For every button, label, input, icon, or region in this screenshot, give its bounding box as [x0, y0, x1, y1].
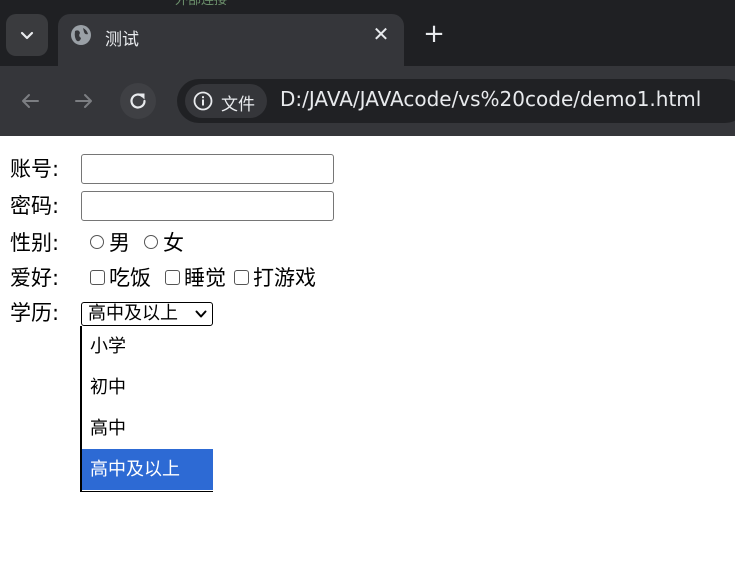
education-option-primary[interactable]: 小学 — [82, 326, 213, 367]
password-label: 密码: — [10, 194, 60, 218]
account-input[interactable] — [81, 154, 334, 184]
gender-radio-male[interactable] — [90, 235, 104, 249]
chevron-down-icon — [20, 31, 34, 40]
site-info-chip[interactable]: 文件 — [185, 84, 267, 118]
url-text[interactable]: D:/JAVA/JAVAcode/vs%20code/demo1.html — [280, 87, 701, 111]
gender-option-male: 男 — [109, 231, 130, 255]
arrow-right-icon — [75, 94, 92, 108]
account-label: 账号: — [10, 157, 60, 181]
hobby-label: 爱好: — [10, 266, 60, 290]
chevron-down-icon — [195, 310, 207, 318]
site-chip-label: 文件 — [221, 95, 255, 115]
education-selected-value: 高中及以上 — [88, 303, 178, 324]
ghost-tab-text: 外部连接 — [175, 0, 405, 6]
gender-option-female: 女 — [163, 231, 184, 255]
info-icon — [193, 91, 213, 111]
reload-button[interactable] — [120, 83, 156, 119]
hobby-checkbox-sleep[interactable] — [165, 269, 180, 285]
education-row: 学历: — [10, 296, 80, 328]
forward-button[interactable] — [66, 83, 102, 119]
reload-icon — [130, 93, 146, 109]
education-option-junior[interactable]: 初中 — [82, 367, 213, 408]
account-row: 账号: — [10, 152, 80, 184]
gender-label: 性别: — [10, 231, 60, 255]
education-option-senior-above[interactable]: 高中及以上 — [82, 449, 213, 490]
new-tab-plus-icon[interactable]: + — [421, 21, 447, 48]
page-content: 账号: 密码: 性别: 男 女 爱好: 吃饭 睡觉 打游戏 学历: 高中及以上 … — [0, 136, 735, 579]
back-button[interactable] — [12, 83, 48, 119]
hobby-option-game: 打游戏 — [253, 266, 316, 290]
education-select[interactable]: 高中及以上 — [81, 302, 213, 326]
password-input[interactable] — [81, 191, 334, 221]
hobby-option-eat: 吃饭 — [109, 266, 151, 290]
education-option-senior[interactable]: 高中 — [82, 408, 213, 449]
active-tab[interactable]: 测试 ✕ — [58, 14, 404, 66]
education-dropdown-list: 小学 初中 高中 高中及以上 — [80, 326, 213, 492]
tab-strip: 外部连接 测试 ✕ + — [0, 0, 735, 66]
education-label: 学历: — [10, 301, 60, 325]
gender-row: 性别: 男 女 — [10, 226, 188, 258]
arrow-left-icon — [22, 94, 39, 108]
tab-title: 测试 — [105, 30, 139, 50]
password-row: 密码: — [10, 189, 80, 221]
gender-radio-female[interactable] — [144, 235, 158, 249]
hobby-checkbox-game[interactable] — [234, 269, 249, 285]
hobby-row: 爱好: 吃饭 睡觉 打游戏 — [10, 261, 320, 293]
hobby-checkbox-eat[interactable] — [90, 269, 105, 285]
hobby-option-sleep: 睡觉 — [184, 266, 226, 290]
tab-close-icon[interactable]: ✕ — [370, 23, 392, 45]
tab-search-button[interactable] — [6, 14, 48, 56]
address-bar[interactable]: 文件 D:/JAVA/JAVAcode/vs%20code/demo1.html — [177, 79, 735, 123]
globe-icon — [71, 25, 91, 45]
browser-toolbar: 文件 D:/JAVA/JAVAcode/vs%20code/demo1.html — [0, 66, 735, 136]
